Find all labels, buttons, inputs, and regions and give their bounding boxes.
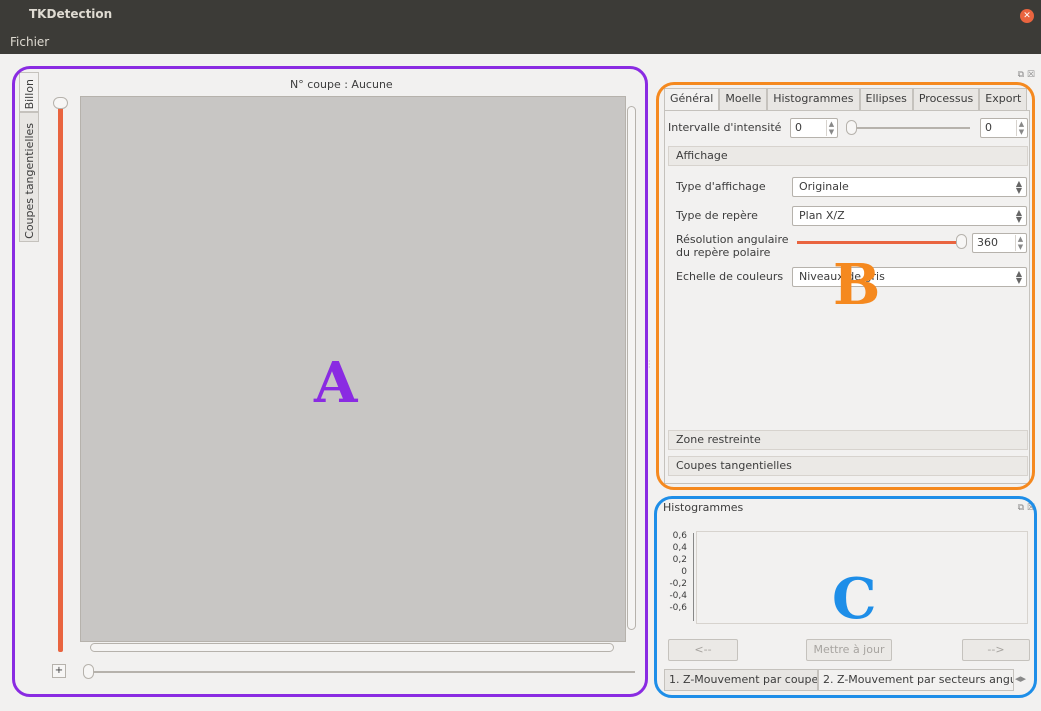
annotation-letter-b: B	[833, 252, 881, 318]
window-title: TKDetection	[29, 7, 113, 21]
annotation-letter-a: A	[314, 350, 358, 416]
menu-bar: Fichier	[0, 32, 1041, 54]
close-icon[interactable]: ✕	[1020, 9, 1034, 23]
dock-float-close-icon[interactable]: ⧉ ☒	[1018, 70, 1035, 80]
annotation-letter-c: C	[832, 566, 877, 632]
menu-fichier[interactable]: Fichier	[10, 35, 49, 49]
splitter-handle[interactable]: · · ·	[648, 358, 651, 372]
title-bar: TKDetection ✕	[0, 0, 1041, 32]
